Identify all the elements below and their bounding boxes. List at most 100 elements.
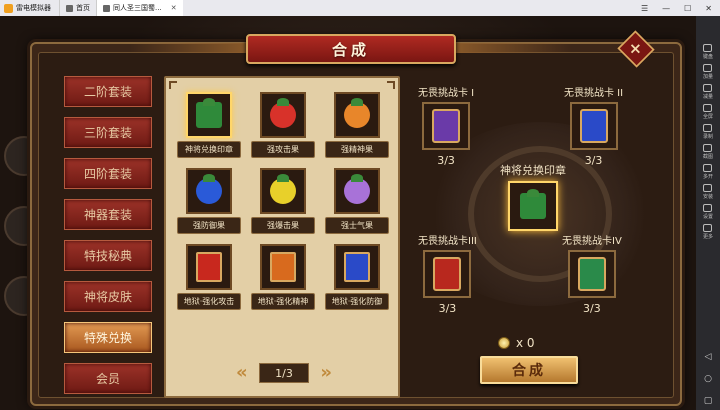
window-minimize-icon[interactable]: — — [662, 4, 670, 13]
tab-skill-manual[interactable]: 特技秘典 — [64, 240, 152, 271]
item-slot[interactable] — [186, 168, 232, 214]
tab-home-label: 首页 — [76, 4, 90, 12]
challenge-card-icon — [579, 109, 608, 143]
material-count: 3/3 — [437, 154, 455, 167]
item-slot[interactable] — [260, 168, 306, 214]
sidebar-label: 键盘 — [702, 54, 713, 60]
item-cell[interactable]: 地狱·强化防御 — [320, 244, 394, 310]
sidebar-label: 截图 — [702, 154, 713, 160]
back-icon[interactable]: ◁ — [705, 352, 712, 362]
material-slot-4[interactable]: 无畏挑战卡IV 3/3 — [562, 232, 622, 315]
volume-up-icon — [703, 64, 713, 72]
material-box[interactable] — [569, 102, 618, 150]
sidebar-label: 设置 — [702, 214, 713, 220]
items-grid: 神将兑换印章 强攻击果 强精神果 强防御果 强爆击果 强士气果 地狱·强化攻击 … — [172, 92, 396, 310]
material-title: 无畏挑战卡IV — [562, 236, 622, 247]
challenge-card-icon — [577, 257, 606, 291]
item-label: 地狱·强化精神 — [251, 293, 315, 310]
window-maximize-icon[interactable]: ☐ — [684, 4, 691, 13]
item-slot[interactable] — [186, 92, 232, 138]
tab-artifact-set[interactable]: 神器套装 — [64, 199, 152, 230]
sidebar-item-more[interactable]: 更多 — [703, 224, 713, 240]
tab-second-tier-set[interactable]: 二阶套装 — [64, 76, 152, 107]
book-icon — [196, 252, 222, 282]
seal-icon — [196, 98, 222, 128]
panel-corner — [387, 81, 395, 89]
tab-fourth-tier-set[interactable]: 四阶套装 — [64, 158, 152, 189]
emulator-logo-icon — [4, 3, 13, 13]
item-slot[interactable] — [334, 244, 380, 290]
tab-special-exchange[interactable]: 特殊兑换 — [64, 322, 152, 353]
item-cell[interactable]: 强士气果 — [320, 168, 394, 234]
tab-close-icon[interactable]: ✕ — [171, 4, 177, 12]
sidebar-label: 全屏 — [702, 114, 713, 120]
material-slot-3[interactable]: 无畏挑战卡III 3/3 — [418, 232, 477, 315]
window-close-icon[interactable]: ✕ — [705, 4, 712, 13]
coin-icon — [498, 337, 510, 349]
sidebar-item-volume-up[interactable]: 加量 — [703, 64, 713, 80]
window-menu-icon[interactable]: ☰ — [641, 4, 648, 13]
synthesis-area: 无畏挑战卡 I 3/3 无畏挑战卡 II 3/3 神将兑换印章 无畏挑战卡III… — [412, 76, 674, 398]
material-box[interactable] — [567, 250, 616, 298]
fruit-icon — [270, 174, 296, 204]
item-cell[interactable]: 神将兑换印章 — [172, 92, 246, 158]
keyboard-icon — [703, 44, 713, 52]
item-label: 强防御果 — [177, 217, 241, 234]
synthesize-button[interactable]: 合成 — [480, 356, 578, 384]
item-slot[interactable] — [260, 92, 306, 138]
sidebar-item-screenshot[interactable]: 截图 — [703, 144, 713, 160]
material-title: 无畏挑战卡 II — [564, 88, 624, 99]
book-icon — [270, 252, 296, 282]
tab-vip[interactable]: 会员 — [64, 363, 152, 394]
close-icon: × — [629, 40, 643, 58]
item-label: 强士气果 — [325, 217, 389, 234]
item-label: 地狱·强化防御 — [325, 293, 389, 310]
item-slot[interactable] — [260, 244, 306, 290]
volume-down-icon — [703, 84, 713, 92]
emulator-sidebar: 键盘 加量 减量 全屏 录制 截图 多开 安装 设置 更多 ◁ ○ ▢ — [696, 16, 720, 410]
item-slot[interactable] — [334, 168, 380, 214]
tab-home[interactable]: 首页 — [59, 0, 96, 16]
item-slot[interactable] — [186, 244, 232, 290]
home-nav-icon[interactable]: ○ — [704, 374, 712, 384]
recents-icon[interactable]: ▢ — [704, 396, 713, 406]
item-cell[interactable]: 地狱·强化精神 — [246, 244, 320, 310]
tab-general-skin[interactable]: 神将皮肤 — [64, 281, 152, 312]
pager: « 1/3 » — [236, 362, 332, 384]
sidebar-item-volume-down[interactable]: 减量 — [703, 84, 713, 100]
sidebar-item-record[interactable]: 录制 — [703, 124, 713, 140]
next-page-icon[interactable]: » — [320, 364, 332, 382]
item-cell[interactable]: 强爆击果 — [246, 168, 320, 234]
sidebar-item-settings[interactable]: 设置 — [703, 204, 713, 220]
material-box[interactable] — [423, 250, 472, 298]
result-title: 神将兑换印章 — [500, 164, 566, 177]
emulator-app-name: 雷电模拟器 — [16, 4, 51, 12]
sidebar-label: 加量 — [702, 74, 713, 80]
prev-page-icon[interactable]: « — [236, 364, 248, 382]
challenge-card-icon — [433, 257, 462, 291]
multi-instance-icon — [703, 164, 713, 172]
sidebar-label: 多开 — [702, 174, 713, 180]
result-box[interactable] — [508, 181, 558, 231]
home-icon — [66, 4, 73, 12]
item-label: 强攻击果 — [251, 141, 315, 158]
fruit-icon — [344, 174, 370, 204]
item-cell[interactable]: 地狱·强化攻击 — [172, 244, 246, 310]
sidebar-item-multi-instance[interactable]: 多开 — [703, 164, 713, 180]
sidebar-item-keyboard[interactable]: 键盘 — [703, 44, 713, 60]
material-slot-1[interactable]: 无畏挑战卡 I 3/3 — [418, 84, 474, 167]
item-cell[interactable]: 强防御果 — [172, 168, 246, 234]
item-cell[interactable]: 强精神果 — [320, 92, 394, 158]
tab-third-tier-set[interactable]: 三阶套装 — [64, 117, 152, 148]
challenge-card-icon — [432, 109, 461, 143]
material-box[interactable] — [422, 102, 471, 150]
sidebar-item-install[interactable]: 安装 — [703, 184, 713, 200]
item-label: 地狱·强化攻击 — [177, 293, 241, 310]
result-slot[interactable]: 神将兑换印章 — [500, 162, 566, 231]
item-label: 强爆击果 — [251, 217, 315, 234]
item-cell[interactable]: 强攻击果 — [246, 92, 320, 158]
tab-game[interactable]: 同人圣三国蜀... ✕ — [96, 0, 183, 16]
material-slot-2[interactable]: 无畏挑战卡 II 3/3 — [564, 84, 623, 167]
item-slot[interactable] — [334, 92, 380, 138]
sidebar-item-fullscreen[interactable]: 全屏 — [703, 104, 713, 120]
